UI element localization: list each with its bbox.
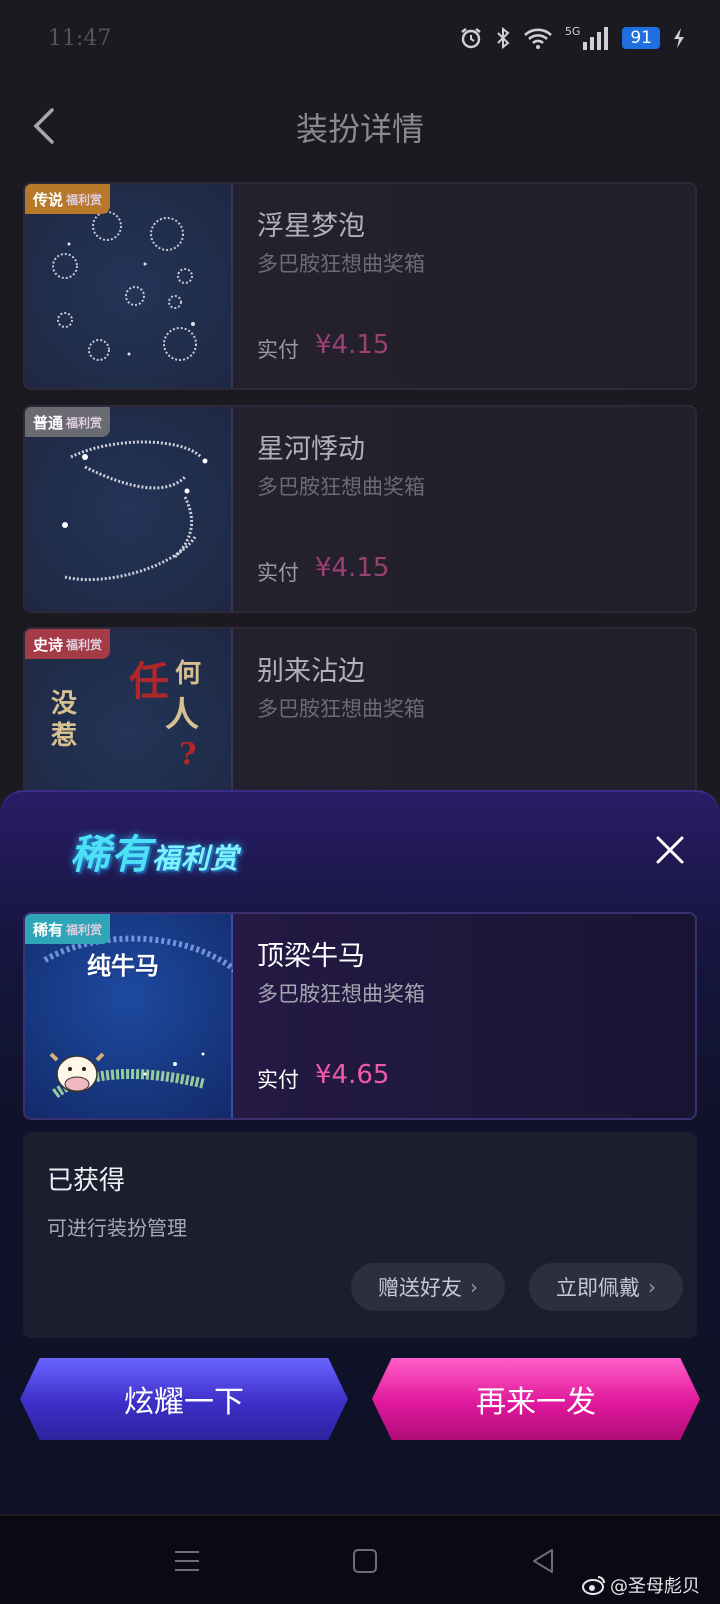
thumb-text: 任 (129, 658, 169, 705)
show-off-button[interactable]: 炫耀一下 (20, 1358, 348, 1440)
home-icon[interactable] (350, 1546, 380, 1576)
close-icon[interactable] (652, 832, 688, 868)
rarity-suffix: 福利赏 (66, 192, 103, 207)
chevron-right-icon: › (470, 1275, 478, 1299)
wifi-icon (523, 28, 552, 49)
reward-item-card: 纯牛马 稀有 福利赏 顶梁牛马 多巴胺狂想曲奖箱 实付 ¥4.65 (23, 912, 697, 1120)
item-price: ¥4.65 (315, 1060, 390, 1090)
watermark: @圣母彪贝 (582, 1572, 700, 1598)
rarity-tag: 普通 福利赏 (25, 407, 111, 437)
menu-icon[interactable] (172, 1546, 202, 1576)
rarity-label: 传说 (33, 190, 64, 209)
list-item[interactable]: 普通 福利赏 星河悸动 多巴胺狂想曲奖箱 实付 ¥4.15 (23, 405, 697, 613)
wear-now-label: 立即佩戴 (556, 1276, 640, 1300)
network-type-label: 5G (564, 24, 581, 38)
rarity-label: 史诗 (33, 635, 64, 654)
draw-again-button[interactable]: 再来一发 (372, 1358, 700, 1440)
item-thumbnail (25, 407, 233, 611)
rarity-suffix: 福利赏 (66, 637, 103, 652)
charging-icon (674, 28, 684, 48)
page-title: 装扮详情 (295, 110, 424, 148)
draw-again-label: 再来一发 (476, 1385, 596, 1420)
item-thumbnail (25, 184, 233, 388)
back-triangle-icon[interactable] (528, 1546, 558, 1576)
modal-title-main: 稀有 (70, 832, 152, 878)
item-price: ¥4.15 (315, 553, 390, 583)
item-thumbnail: 纯牛马 (25, 914, 237, 1118)
obtained-subtitle: 可进行装扮管理 (47, 1216, 187, 1240)
cow-image (43, 935, 237, 1099)
item-name: 星河悸动 (257, 434, 365, 465)
status-bar: 11:47 5G 91 (0, 0, 720, 80)
show-off-label: 炫耀一下 (124, 1385, 244, 1420)
item-name: 顶梁牛马 (257, 941, 365, 972)
item-source: 多巴胺狂想曲奖箱 (257, 475, 425, 499)
pay-label: 实付 (257, 561, 299, 585)
battery-indicator: 91 (622, 27, 660, 49)
rarity-tag: 稀有 福利赏 (25, 914, 111, 944)
bubbles-image (52, 211, 197, 361)
list-item[interactable]: 传说 福利赏 浮星梦泡 多巴胺狂想曲奖箱 实付 ¥4.15 (23, 182, 697, 390)
thumb-text: 何 (175, 659, 202, 689)
thumb-text: ? (179, 737, 197, 772)
status-time: 11:47 (48, 26, 112, 51)
signal-icon (583, 27, 609, 50)
item-name: 别来沾边 (257, 656, 365, 687)
gift-friend-label: 赠送好友 (378, 1276, 462, 1300)
chevron-right-icon: › (648, 1275, 656, 1299)
watermark-text: @圣母彪贝 (610, 1576, 700, 1597)
starry-river-image (62, 440, 208, 582)
item-source: 多巴胺狂想曲奖箱 (257, 252, 425, 276)
rarity-suffix: 福利赏 (66, 922, 103, 937)
alarm-icon (461, 28, 481, 49)
item-source: 多巴胺狂想曲奖箱 (257, 697, 425, 721)
thumb-text: 惹 (51, 721, 78, 751)
bluetooth-icon (497, 26, 510, 50)
rarity-suffix: 福利赏 (66, 415, 103, 430)
wear-now-button[interactable]: 立即佩戴 › (529, 1263, 683, 1311)
obtained-panel: 已获得 可进行装扮管理 赠送好友 › 立即佩戴 › (23, 1132, 697, 1338)
thumb-caption: 纯牛马 (87, 952, 159, 980)
item-name: 浮星梦泡 (257, 211, 365, 242)
thumb-text: 人 (165, 695, 199, 735)
modal-title: 稀有福利赏 (70, 822, 239, 880)
obtained-title: 已获得 (47, 1166, 126, 1196)
rarity-label: 普通 (33, 413, 64, 432)
rarity-tag: 史诗 福利赏 (25, 629, 111, 659)
status-icons: 5G 91 (459, 24, 686, 50)
pay-label: 实付 (257, 338, 299, 362)
rarity-label: 稀有 (33, 920, 64, 939)
rarity-tag: 传说 福利赏 (25, 184, 111, 214)
page-header: 装扮详情 (0, 90, 720, 160)
pay-label: 实付 (257, 1068, 299, 1092)
item-price: ¥4.15 (315, 330, 390, 360)
weibo-logo-icon (582, 1576, 605, 1595)
modal-title-suffix: 福利赏 (152, 842, 240, 875)
item-source: 多巴胺狂想曲奖箱 (257, 982, 425, 1006)
gift-friend-button[interactable]: 赠送好友 › (351, 1263, 505, 1311)
